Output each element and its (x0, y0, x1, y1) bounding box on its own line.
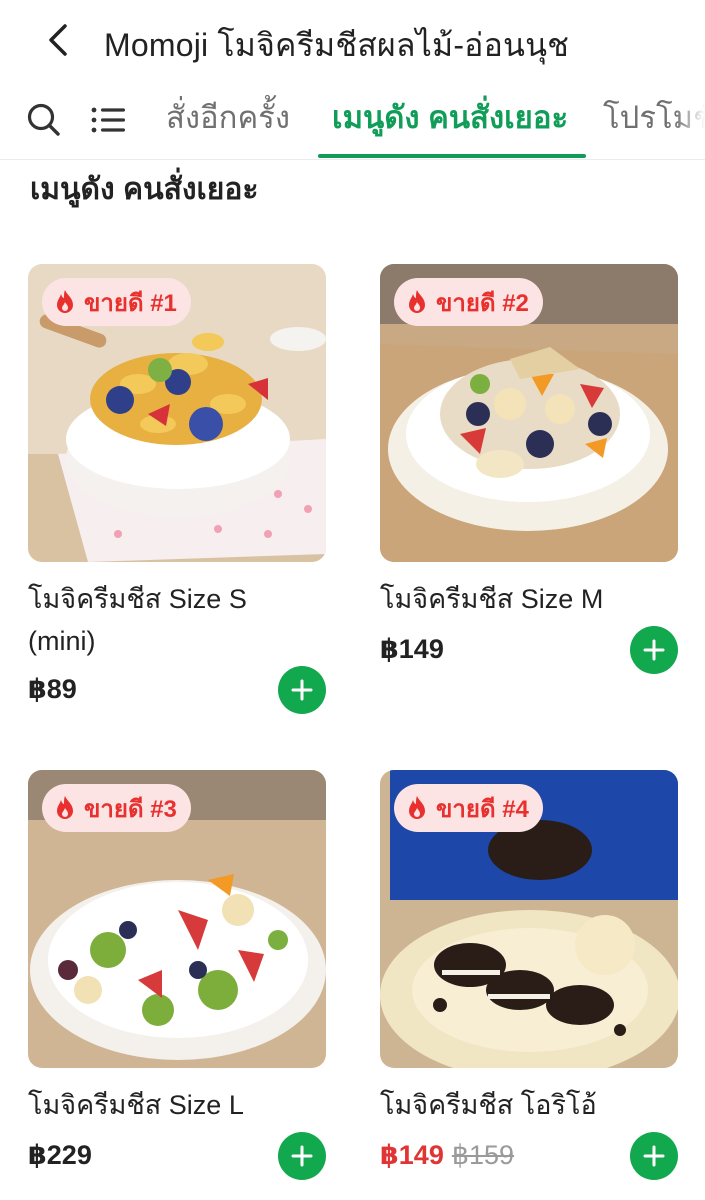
chevron-left-icon (49, 24, 67, 56)
price-value: ฿89 (28, 674, 77, 704)
badge-label: ขายดี #2 (436, 289, 529, 317)
product-name: โมจิครีมชีส Size S (mini) (28, 584, 247, 656)
product-price: ฿229 (28, 1140, 92, 1171)
price-value: ฿149 (380, 634, 444, 664)
bestseller-badge: ขายดี #4 (394, 784, 543, 832)
product-image[interactable]: ขายดี #2 (380, 264, 678, 562)
bestseller-badge: ขายดี #3 (42, 784, 191, 832)
product-card[interactable]: ขายดี #3 โมจิครีมชีส Size L ฿229 (28, 770, 326, 1190)
price-value: ฿229 (28, 1140, 92, 1170)
add-to-cart-button[interactable] (630, 626, 678, 674)
list-icon (91, 107, 125, 133)
product-name: โมจิครีมชีส Size M (380, 584, 604, 614)
product-image[interactable]: ขายดี #1 (28, 264, 326, 562)
add-to-cart-button[interactable] (278, 1132, 326, 1180)
product-image[interactable]: ขายดี #3 (28, 770, 326, 1068)
badge-label: ขายดี #1 (84, 289, 177, 317)
bestseller-badge: ขายดี #2 (394, 278, 543, 326)
product-price: ฿149 (380, 634, 444, 665)
app-screen: Momoji โมจิครีมชีสผลไม้-อ่อนนุช สั่งอีกค… (0, 0, 705, 1200)
fire-icon (57, 796, 73, 819)
plus-icon (643, 1145, 665, 1167)
product-card[interactable]: ขายดี #1 โมจิครีมชีส Size S (mini) ฿89 (28, 264, 326, 724)
sale-price: ฿149 (380, 1140, 444, 1170)
product-name: โมจิครีมชีส โอริโอ้ (380, 1090, 597, 1120)
add-to-cart-button[interactable] (630, 1132, 678, 1180)
tabbar-fade (675, 86, 705, 158)
original-price: ฿159 (451, 1140, 515, 1170)
add-to-cart-button[interactable] (278, 666, 326, 714)
search-icon (27, 103, 60, 136)
product-name: โมจิครีมชีส Size L (28, 1090, 244, 1120)
fire-icon (409, 796, 425, 819)
active-tab-indicator (318, 154, 586, 158)
fire-icon (409, 290, 425, 313)
product-image[interactable]: ขายดี #4 (380, 770, 678, 1068)
product-card[interactable]: ขายดี #4 โมจิครีมชีส โอริโอ้ ฿149 ฿159 (380, 770, 678, 1190)
bestseller-badge: ขายดี #1 (42, 278, 191, 326)
product-card[interactable]: ขายดี #2 โมจิครีมชีส Size M ฿149 (380, 264, 678, 684)
badge-label: ขายดี #4 (436, 795, 529, 823)
tab-popular-menu[interactable]: เมนูดัง คนสั่งเยอะ (332, 98, 568, 142)
category-list-button[interactable] (86, 98, 130, 142)
tab-order-again[interactable]: สั่งอีกครั้ง (166, 98, 290, 142)
plus-icon (291, 679, 313, 701)
category-tabbar: สั่งอีกครั้ง เมนูดัง คนสั่งเยอะ โปรโมชั่… (0, 86, 705, 160)
plus-icon (643, 639, 665, 661)
plus-icon (291, 1145, 313, 1167)
back-button[interactable] (36, 18, 80, 62)
product-price: ฿149 ฿159 (380, 1140, 514, 1171)
badge-label: ขายดี #3 (84, 795, 177, 823)
fire-icon (57, 290, 73, 313)
page-title: Momoji โมจิครีมชีสผลไม้-อ่อนนุช (104, 27, 570, 63)
section-title: เมนูดัง คนสั่งเยอะ (30, 173, 259, 206)
header: Momoji โมจิครีมชีสผลไม้-อ่อนนุช (0, 0, 705, 84)
product-price: ฿89 (28, 674, 77, 705)
search-button[interactable] (22, 98, 66, 142)
